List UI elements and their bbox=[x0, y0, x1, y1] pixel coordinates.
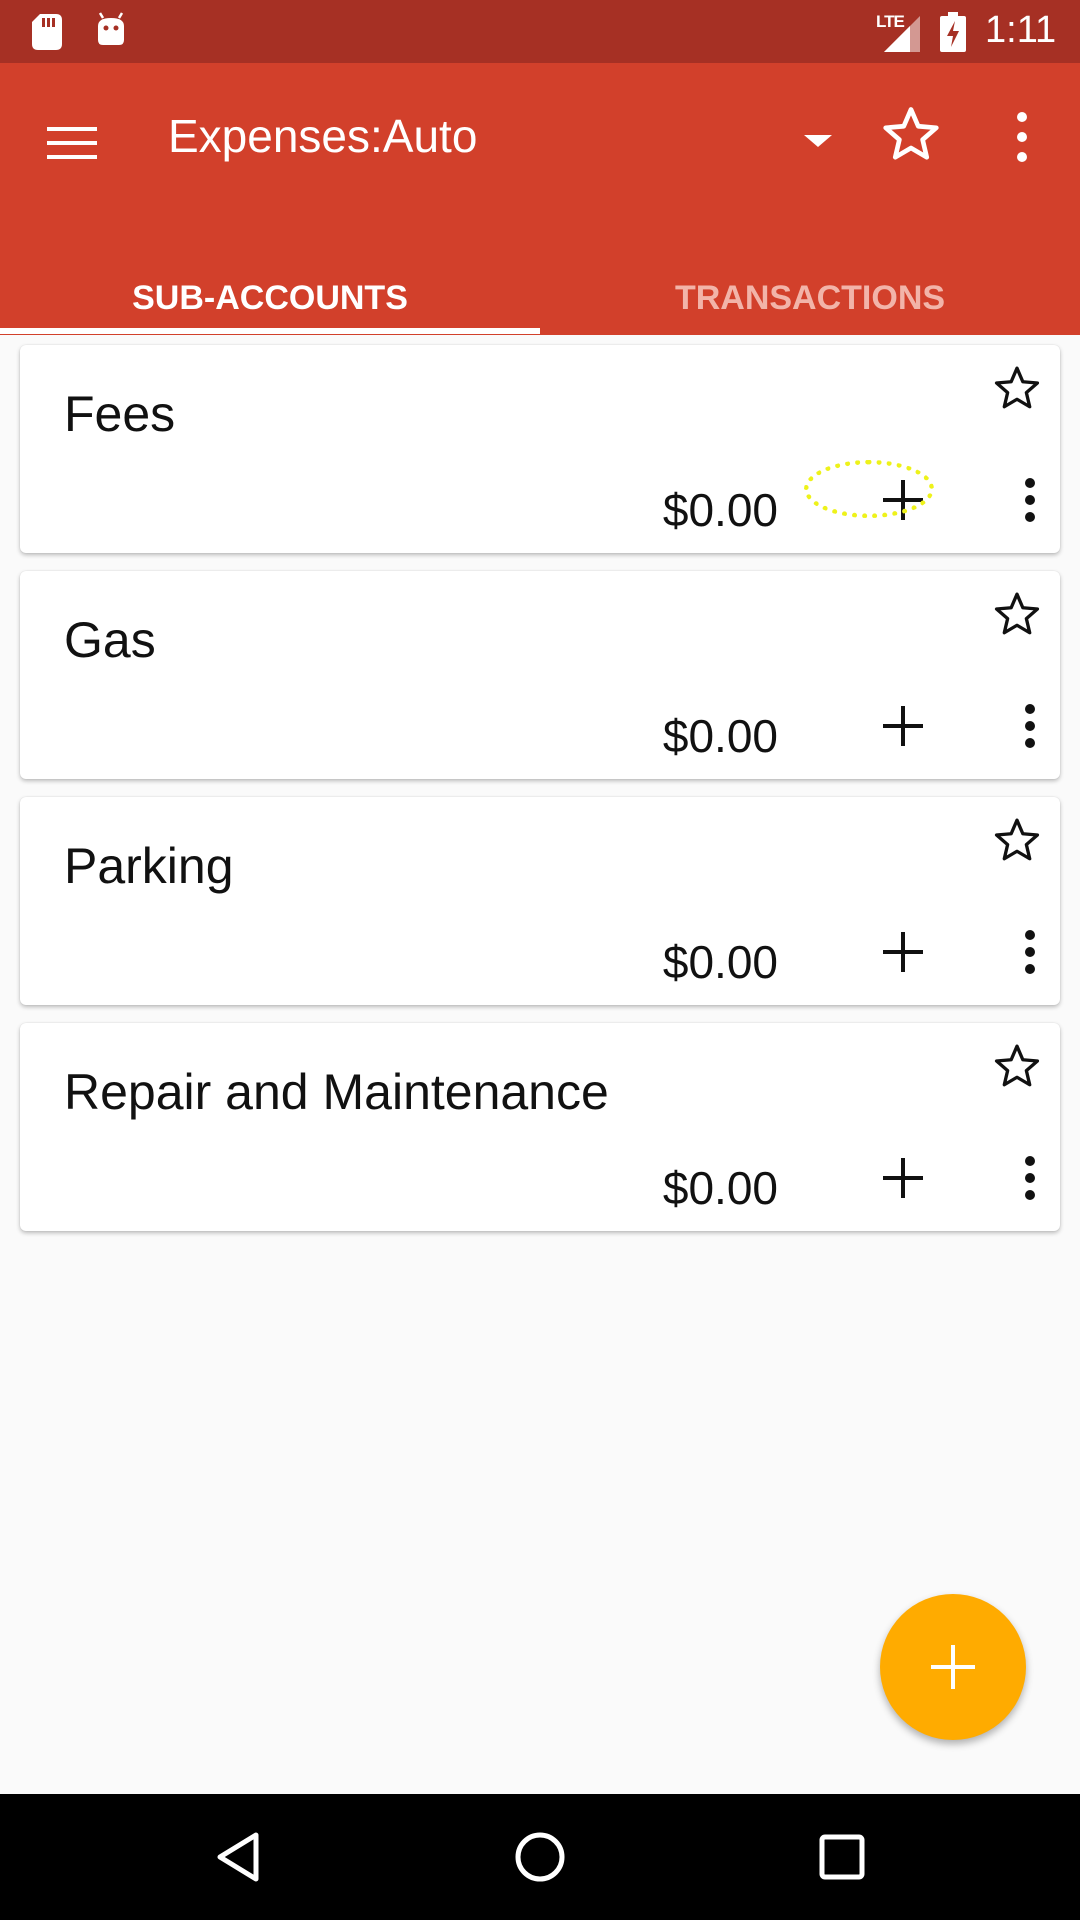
battery-charging-icon bbox=[940, 12, 966, 52]
tab-sub-accounts[interactable]: SUB-ACCOUNTS bbox=[0, 263, 540, 333]
account-card[interactable]: Repair and Maintenance $0.00 bbox=[20, 1023, 1060, 1231]
account-balance: $0.00 bbox=[662, 484, 778, 536]
favorite-star-icon[interactable] bbox=[992, 1041, 1042, 1091]
account-title[interactable]: Expenses:Auto bbox=[168, 109, 477, 163]
add-account-fab[interactable] bbox=[880, 1594, 1026, 1740]
favorite-star-icon[interactable] bbox=[992, 815, 1042, 865]
back-icon[interactable] bbox=[210, 1827, 270, 1887]
more-options-icon[interactable] bbox=[1020, 927, 1040, 977]
clock: 1:11 bbox=[985, 9, 1057, 51]
sd-card-icon bbox=[32, 14, 62, 50]
android-icon bbox=[98, 12, 124, 45]
account-balance: $0.00 bbox=[662, 710, 778, 762]
favorite-star-icon[interactable] bbox=[992, 589, 1042, 639]
dropdown-caret-icon[interactable] bbox=[800, 123, 836, 159]
app-toolbar: Expenses:Auto SUB-ACCOUNTS TRANSACTIONS bbox=[0, 63, 1080, 335]
plus-icon bbox=[931, 1645, 975, 1689]
more-options-icon[interactable] bbox=[1020, 1153, 1040, 1203]
account-name: Repair and Maintenance bbox=[64, 1064, 609, 1120]
add-transaction-icon[interactable] bbox=[878, 927, 928, 977]
tab-indicator bbox=[0, 328, 540, 334]
network-type: LTE bbox=[876, 12, 905, 31]
recents-icon[interactable] bbox=[812, 1827, 872, 1887]
tab-transactions[interactable]: TRANSACTIONS bbox=[540, 263, 1080, 333]
account-name: Fees bbox=[64, 386, 176, 442]
status-bar: LTE 1:11 bbox=[0, 0, 1080, 63]
account-balance: $0.00 bbox=[662, 936, 778, 988]
account-balance: $0.00 bbox=[662, 1162, 778, 1214]
tap-highlight bbox=[804, 460, 934, 518]
system-nav-bar bbox=[0, 1794, 1080, 1920]
add-transaction-icon[interactable] bbox=[878, 1153, 928, 1203]
add-transaction-icon[interactable] bbox=[878, 701, 928, 751]
home-icon[interactable] bbox=[510, 1827, 570, 1887]
overflow-menu-icon[interactable] bbox=[1000, 103, 1044, 173]
account-name: Gas bbox=[64, 612, 156, 668]
account-name: Parking bbox=[64, 838, 234, 894]
more-options-icon[interactable] bbox=[1020, 701, 1040, 751]
account-card[interactable]: Gas $0.00 bbox=[20, 571, 1060, 779]
account-card[interactable]: Fees $0.00 bbox=[20, 345, 1060, 553]
favorite-star-icon[interactable] bbox=[992, 363, 1042, 413]
menu-icon[interactable] bbox=[45, 115, 101, 171]
account-card[interactable]: Parking $0.00 bbox=[20, 797, 1060, 1005]
star-outline-icon[interactable] bbox=[880, 103, 942, 165]
more-options-icon[interactable] bbox=[1020, 475, 1040, 525]
